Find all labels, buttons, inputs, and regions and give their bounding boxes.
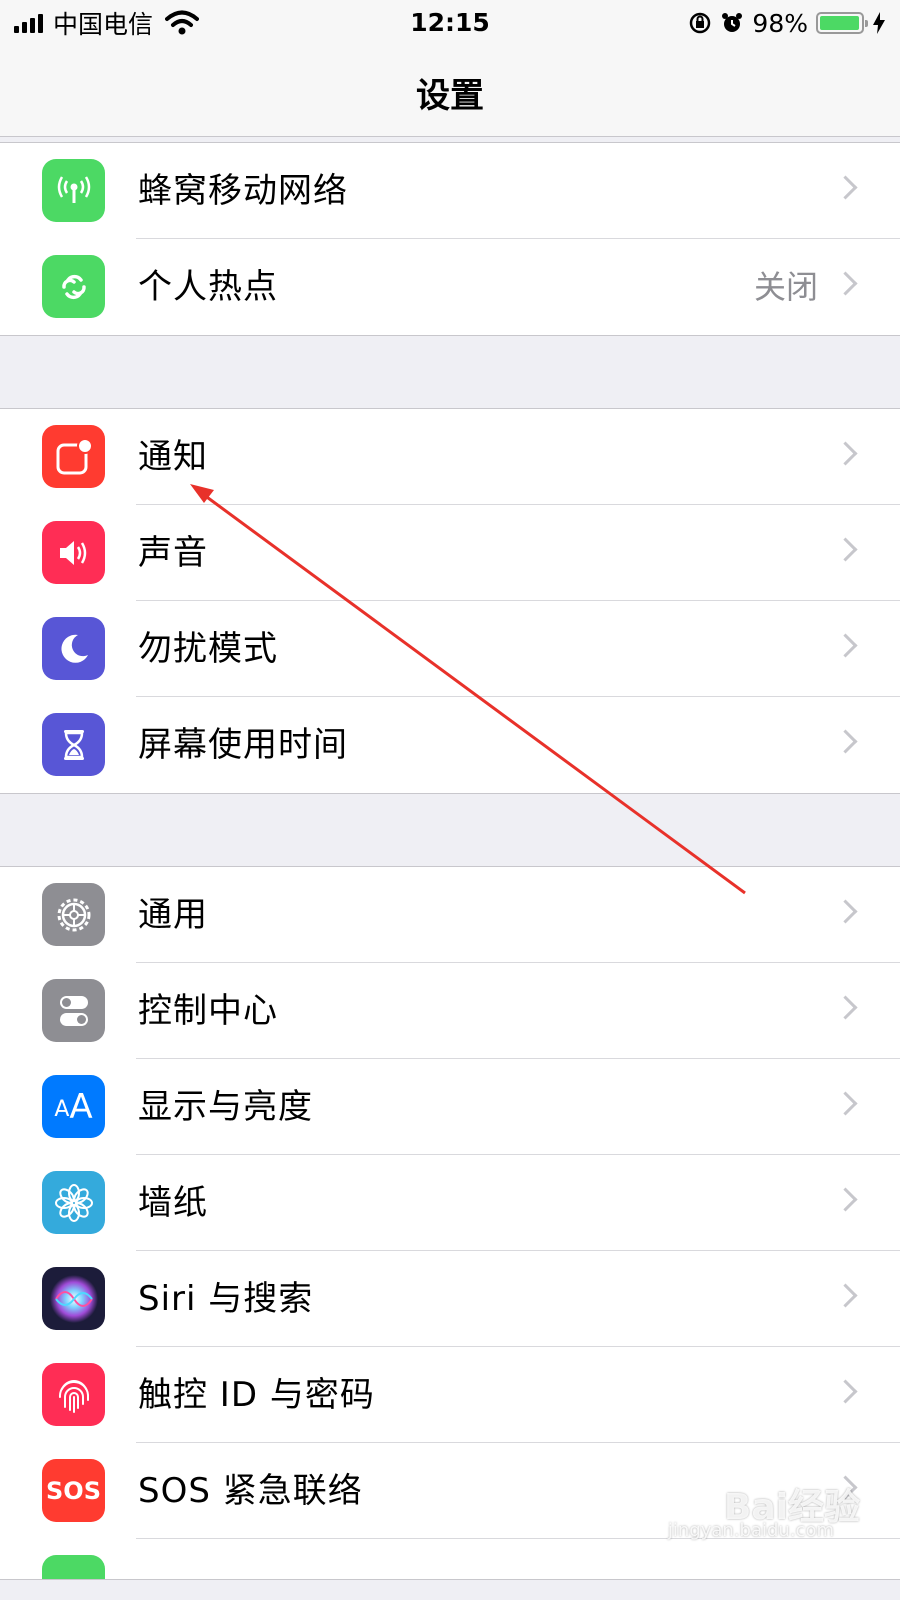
battery-icon [816,12,868,34]
settings-row-hotspot[interactable]: 个人热点 关闭 [0,239,900,335]
display-icon-small-a: A [54,1097,70,1122]
navigation-bar: 设置 [0,46,900,137]
settings-group-general: 通用 控制中心 AA 显示与亮度 墙纸 Siri 与搜索 触控 ID 与密码 S… [0,866,900,1580]
chevron-right-icon [833,995,858,1020]
settings-row-siri[interactable]: Siri 与搜索 [0,1251,900,1347]
row-label: 通用 [138,895,208,935]
row-label: Siri 与搜索 [138,1279,314,1319]
row-label: 个人热点 [138,267,278,307]
settings-row-control-center[interactable]: 控制中心 [0,963,900,1059]
settings-row-sounds[interactable]: 声音 [0,505,900,601]
charging-icon [873,12,885,34]
settings-row-partial[interactable] [0,1539,900,1579]
chevron-right-icon [833,1283,858,1308]
display-icon: AA [42,1075,105,1138]
settings-row-screen-time[interactable]: 屏幕使用时间 [0,697,900,793]
row-label: 蜂窝移动网络 [138,171,348,211]
chevron-right-icon [833,899,858,924]
settings-row-general[interactable]: 通用 [0,867,900,963]
row-label: 通知 [138,437,208,477]
fingerprint-icon [42,1363,105,1426]
chevron-right-icon [833,1379,858,1404]
hotspot-icon [42,255,105,318]
chevron-right-icon [833,633,858,658]
display-icon-large-a: A [69,1086,93,1127]
row-label: 墙纸 [138,1183,208,1223]
sos-icon: SOS [42,1459,105,1522]
row-label: SOS 紧急联络 [138,1471,363,1511]
rotation-lock-icon [690,12,711,34]
battery-percent: 98% [752,8,808,38]
settings-row-display[interactable]: AA 显示与亮度 [0,1059,900,1155]
settings-row-wallpaper[interactable]: 墙纸 [0,1155,900,1251]
control-center-icon [42,979,105,1042]
status-bar: 中国电信 12:15 98% [0,0,900,46]
watermark-url: jingyan.baidu.com [667,1520,834,1541]
settings-group-network: 蜂窝移动网络 个人热点 关闭 [0,142,900,336]
chevron-right-icon [833,175,858,200]
row-label: 屏幕使用时间 [138,725,348,765]
settings-row-notifications[interactable]: 通知 [0,409,900,505]
status-right: 98% [688,8,886,38]
gear-icon [42,883,105,946]
row-value: 关闭 [753,268,818,306]
page-title: 设置 [416,76,484,116]
sos-icon-text: SOS [46,1476,101,1505]
chevron-right-icon [833,441,858,466]
sounds-icon [42,521,105,584]
partial-app-icon [42,1555,105,1579]
chevron-right-icon [833,537,858,562]
siri-icon [42,1267,105,1330]
row-label: 触控 ID 与密码 [138,1375,375,1415]
row-label: 声音 [138,533,208,573]
settings-group-notifications: 通知 声音 勿扰模式 屏幕使用时间 [0,408,900,794]
chevron-right-icon [833,271,858,296]
cellular-icon [42,159,105,222]
hourglass-icon [42,713,105,776]
row-label: 显示与亮度 [138,1087,313,1127]
chevron-right-icon [833,1091,858,1116]
settings-row-do-not-disturb[interactable]: 勿扰模式 [0,601,900,697]
row-label: 勿扰模式 [138,629,278,669]
row-label: 控制中心 [138,991,278,1031]
wallpaper-icon [42,1171,105,1234]
moon-icon [42,617,105,680]
settings-row-cellular[interactable]: 蜂窝移动网络 [0,143,900,239]
notifications-icon [42,425,105,488]
alarm-icon [722,13,743,32]
settings-row-touch-id[interactable]: 触控 ID 与密码 [0,1347,900,1443]
chevron-right-icon [833,729,858,754]
chevron-right-icon [833,1187,858,1212]
